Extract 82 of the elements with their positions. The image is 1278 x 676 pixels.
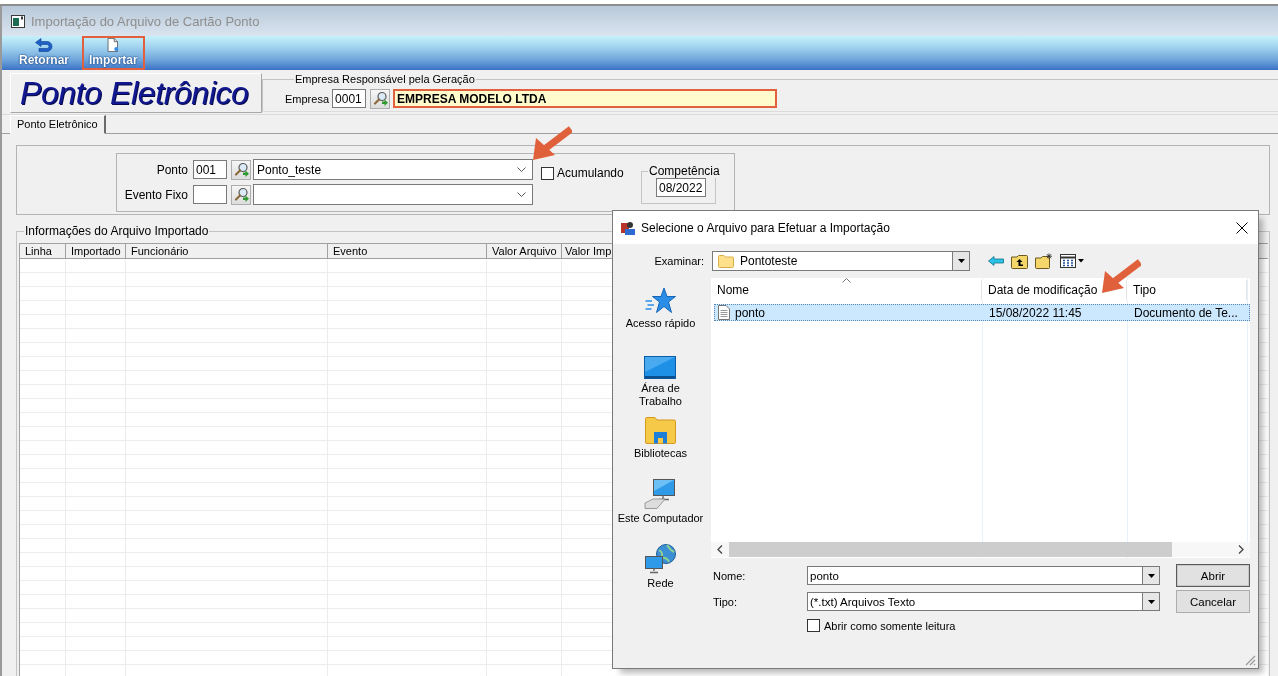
group-title: Informações do Arquivo Importado [24,225,210,238]
column-header: Valor Imp [564,244,613,258]
horizontal-scrollbar[interactable] [711,542,1250,557]
dialog-title: Selecione o Arquivo para Efetuar a Importação [641,220,890,235]
tab[interactable]: Ponto Eletrônico [10,115,106,134]
code-field[interactable]: 0001 [332,89,367,108]
dropdown-button[interactable] [1142,593,1159,610]
field-label: Examinar: [653,255,704,267]
column-header[interactable]: Data de modificação [982,280,1127,300]
field-label: Evento Fixo [123,187,189,202]
date-field[interactable]: 08/2022 [656,178,706,197]
places-bar-item[interactable]: Bibliotecas [633,414,688,479]
chevron-left-icon[interactable] [717,545,723,554]
file-type-combo[interactable]: (*.txt) Arquivos Texto [807,592,1160,611]
file-cell-text: 15/08/2022 11:45 [988,305,1083,320]
chevron-down-icon [517,192,526,197]
field-label: Ponto [155,162,189,177]
sort-caret-icon [842,278,851,283]
column-header: Linha [20,244,66,258]
folder-combo[interactable]: Pontoteste [712,251,970,271]
view-menu-icon[interactable] [1060,254,1084,268]
caret-down-icon [1147,599,1155,604]
lookup-button[interactable] [370,88,391,109]
field-label: Empresa [285,92,330,105]
folder-icon [645,417,676,444]
chevron-right-icon[interactable] [1238,545,1244,554]
combo-box[interactable] [253,184,533,205]
places-bar-item[interactable]: Este Computador [617,479,704,544]
chevron-down-icon [517,167,526,172]
lookup-button[interactable] [231,184,251,205]
text-file-icon [718,305,730,320]
file-row[interactable]: ponto 15/08/2022 11:45 Documento de Te... [714,304,1250,321]
folder-icon [718,254,734,268]
group-title: Empresa Responsável pela Geração [294,73,476,86]
new-folder-icon[interactable] [1035,253,1053,269]
company-name-field[interactable]: EMPRESA MODELO LTDA [393,89,778,108]
caret-down-icon [1147,573,1155,578]
computer-icon [644,479,677,509]
lookup-button[interactable] [231,159,251,180]
dropdown-button[interactable] [952,252,969,270]
column-header[interactable]: Tipo [1127,280,1247,300]
checkbox[interactable] [807,619,820,632]
field-label: Tipo: [713,595,739,608]
checkbox[interactable] [541,166,554,180]
checkbox-label: Acumulando [557,166,624,180]
app-window-icon [11,14,26,28]
window-title: Importação do Arquivo de Cartão Ponto [31,13,260,29]
search-icon [233,187,249,202]
close-icon[interactable] [1236,221,1248,234]
field-label: Nome: [713,569,747,582]
places-bar-item[interactable]: Rede [644,544,677,609]
star-icon [645,287,676,314]
search-icon [372,91,388,106]
column-header: Funcionário [126,244,328,258]
file-name: ponto [735,305,766,320]
scrollbar-thumb[interactable] [729,542,1172,557]
places-bar-item[interactable]: Acesso rápido [625,284,696,349]
network-icon [644,544,677,574]
search-icon [233,162,249,177]
pointer-arrow-icon [532,125,572,161]
code-field[interactable] [193,185,227,204]
app-logo: Ponto Eletrônico [10,73,262,113]
checkbox-label: Abrir como somente leitura [824,619,956,632]
return-arrow-icon [35,38,53,52]
desktop-icon [644,356,677,379]
code-field[interactable]: 001 [193,160,227,179]
back-arrow-icon[interactable] [988,256,1004,266]
group-title: Competência [648,165,721,178]
cancel-button[interactable]: Cancelar [1176,590,1250,613]
column-header: Evento [328,244,487,258]
file-cell-text: Documento de Te... [1133,305,1239,320]
column-header: Valor Arquivo [487,244,562,258]
open-button[interactable]: Abrir [1176,564,1250,587]
combo-box[interactable]: Ponto_teste [253,159,533,180]
resize-grip-icon[interactable] [1245,655,1256,666]
dropdown-button[interactable] [1142,567,1159,584]
file-name-combo[interactable]: ponto [807,566,1160,585]
document-icon [106,38,121,52]
app-icon [620,219,636,236]
column-header: Importado [66,244,126,258]
places-bar-item[interactable]: Área de Trabalho [639,349,682,414]
folder-up-icon[interactable] [1011,253,1028,269]
